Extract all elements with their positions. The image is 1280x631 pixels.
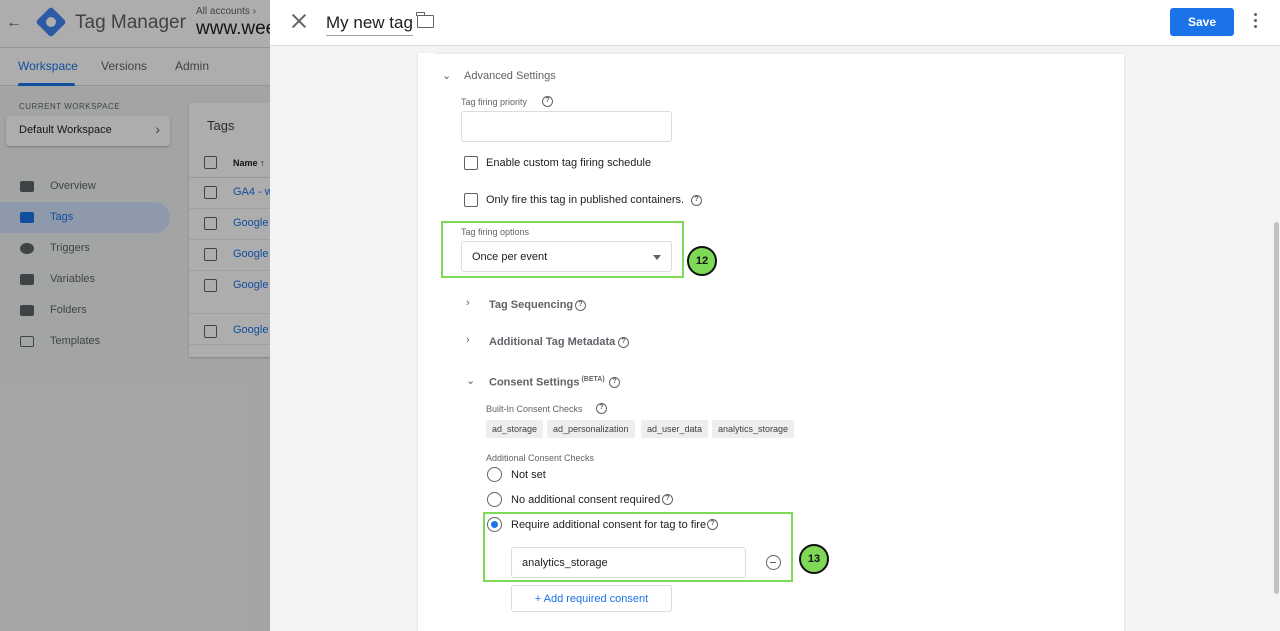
chevron-down-icon[interactable]: ⌄	[466, 374, 475, 387]
additional-consent-label: Additional Consent Checks	[486, 453, 595, 463]
firing-options-select[interactable]: Once per event	[461, 241, 672, 272]
divider	[434, 53, 1124, 54]
beta-badge: (BETA)	[581, 376, 605, 383]
consent-chip: ad_personalization	[547, 420, 635, 438]
chevron-right-icon[interactable]: ›	[466, 297, 470, 309]
consent-chip: analytics_storage	[712, 420, 795, 438]
chevron-down-icon[interactable]: ⌄	[442, 69, 451, 82]
tag-metadata-header[interactable]: Additional Tag Metadata	[489, 336, 615, 348]
close-icon[interactable]	[290, 12, 308, 30]
help-icon[interactable]: ?	[618, 337, 629, 348]
help-icon[interactable]: ?	[707, 519, 718, 530]
save-button[interactable]: Save	[1170, 8, 1234, 36]
more-vert-icon[interactable]	[1254, 13, 1258, 31]
help-icon[interactable]: ?	[575, 300, 586, 311]
help-icon[interactable]: ?	[542, 96, 553, 107]
published-only-label[interactable]: Only fire this tag in published containe…	[486, 194, 684, 206]
scrollbar-thumb[interactable]	[1274, 222, 1279, 594]
help-icon[interactable]: ?	[662, 494, 673, 505]
help-icon[interactable]: ?	[596, 403, 607, 414]
firing-options-label: Tag firing options	[461, 227, 530, 237]
caret-down-icon	[653, 255, 661, 260]
step-badge-12: 12	[687, 246, 717, 276]
priority-input[interactable]	[461, 111, 672, 142]
folder-icon[interactable]	[416, 12, 434, 28]
consent-settings-header[interactable]: Consent Settings (BETA)	[489, 376, 605, 389]
radio-not-set[interactable]	[487, 467, 502, 482]
custom-schedule-checkbox[interactable]	[464, 156, 478, 170]
tag-sequencing-header[interactable]: Tag Sequencing	[489, 299, 573, 311]
help-icon[interactable]: ?	[691, 195, 702, 206]
consent-chip: ad_storage	[486, 420, 544, 438]
radio-no-additional-consent[interactable]	[487, 492, 502, 507]
chevron-right-icon[interactable]: ›	[466, 334, 470, 346]
tag-name-field[interactable]: My new tag	[326, 13, 413, 36]
consent-chip: ad_user_data	[641, 420, 709, 438]
firing-options-value: Once per event	[472, 251, 548, 263]
tag-editor-panel: My new tag Save ⌄ Advanced Settings Tag …	[270, 0, 1280, 631]
required-consent-input[interactable]	[511, 547, 746, 578]
published-only-checkbox[interactable]	[464, 193, 478, 207]
priority-label: Tag firing priority	[461, 97, 528, 107]
builtin-consent-label: Built-In Consent Checks	[486, 404, 583, 414]
remove-circle-icon[interactable]	[766, 555, 781, 570]
step-badge-13: 13	[799, 544, 829, 574]
radio-label[interactable]: Require additional consent for tag to fi…	[511, 519, 706, 531]
tag-configuration-card: ⌄ Advanced Settings Tag firing priority …	[418, 53, 1124, 631]
help-icon[interactable]: ?	[609, 377, 620, 388]
add-required-consent-button[interactable]: + Add required consent	[511, 585, 672, 612]
panel-header: My new tag Save	[270, 0, 1280, 46]
radio-label[interactable]: Not set	[511, 469, 546, 481]
radio-label[interactable]: No additional consent required	[511, 494, 660, 506]
custom-schedule-label[interactable]: Enable custom tag firing schedule	[486, 157, 651, 169]
radio-require-additional-consent[interactable]	[487, 517, 502, 532]
advanced-settings-header[interactable]: Advanced Settings	[464, 70, 556, 82]
